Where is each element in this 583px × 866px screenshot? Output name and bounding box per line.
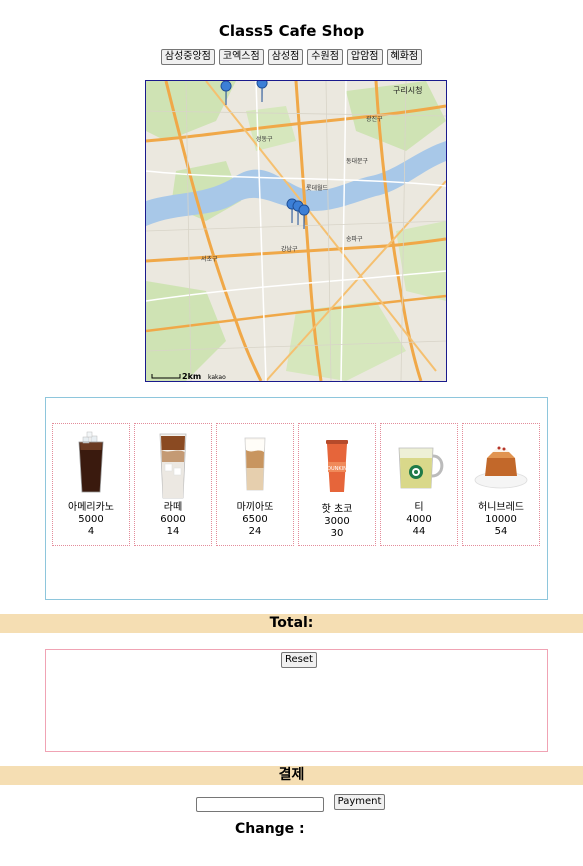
svg-text:성동구: 성동구 — [256, 135, 273, 143]
cart-panel: Reset — [45, 649, 548, 752]
svg-text:강남구: 강남구 — [281, 245, 298, 253]
menu-item-name: 티 — [414, 502, 424, 513]
hot-chocolate-icon: DUNKIN — [299, 428, 375, 502]
menu-item-price: 6500 — [242, 514, 268, 525]
menu-item-price: 6000 — [160, 514, 186, 525]
menu-item-macchiato[interactable]: 마끼아또 6500 24 — [216, 423, 294, 546]
svg-text:구리시청: 구리시청 — [393, 86, 422, 95]
payment-button[interactable]: Payment — [333, 794, 386, 810]
svg-text:롯데월드: 롯데월드 — [306, 184, 329, 192]
menu-item-honey-bread[interactable]: 허니브레드 10000 54 — [462, 423, 540, 546]
svg-text:서초구: 서초구 — [201, 255, 218, 263]
menu-item-name: 핫 초코 — [321, 504, 353, 515]
menu-item-name: 라떼 — [163, 502, 183, 513]
menu-item-name: 마끼아또 — [236, 502, 274, 513]
menu-item-price: 4000 — [406, 514, 432, 525]
branch-button-suwon[interactable]: 수원점 — [307, 49, 343, 65]
menu-item-name: 허니브레드 — [478, 502, 524, 513]
menu-panel: 아메리카노 5000 4 라떼 6000 14 마끼아또 6500 24 DUN… — [45, 397, 548, 600]
menu-item-count: 30 — [330, 528, 344, 539]
iced-latte-icon — [135, 428, 211, 502]
menu-item-name: 아메리카노 — [68, 502, 114, 513]
menu-item-count: 14 — [166, 526, 180, 537]
reset-button[interactable]: Reset — [281, 652, 317, 668]
menu-item-latte[interactable]: 라떼 6000 14 — [134, 423, 212, 546]
total-bar: Total: — [0, 614, 583, 633]
menu-item-count: 4 — [87, 526, 95, 537]
page-title: Class5 Cafe Shop — [218, 22, 365, 40]
macchiato-icon — [217, 428, 293, 502]
svg-text:송파구: 송파구 — [346, 235, 363, 243]
svg-text:광진구: 광진구 — [366, 115, 383, 123]
branch-button-samsung[interactable]: 삼성점 — [267, 49, 304, 65]
menu-item-count: 54 — [494, 526, 508, 537]
menu-item-tea[interactable]: 티 4000 44 — [380, 423, 458, 546]
map-brand: kakao — [208, 374, 226, 381]
payment-input[interactable] — [195, 796, 324, 812]
honey-bread-icon — [463, 428, 539, 502]
payment-heading: 결제 — [0, 766, 583, 785]
menu-item-price: 3000 — [324, 516, 350, 527]
svg-text:DUNKIN: DUNKIN — [327, 466, 347, 472]
map-scale: 2km — [182, 372, 201, 381]
svg-text:동대문구: 동대문구 — [346, 157, 369, 165]
branch-button-group: 삼성중앙점 코엑스점 삼성점 수원점 압암점 혜화점 — [0, 49, 583, 65]
change-label: Change : — [235, 821, 305, 837]
menu-item-price: 5000 — [78, 514, 104, 525]
map-canvas: 구리시청 롯데월드 동대문구 강남구 송파구 서초구 성동구 광진구 2km k… — [146, 81, 446, 381]
iced-americano-icon — [53, 428, 129, 502]
menu-item-americano[interactable]: 아메리카노 5000 4 — [52, 423, 130, 546]
menu-item-count: 24 — [248, 526, 262, 537]
branch-button-samsung-central[interactable]: 삼성중앙점 — [160, 49, 215, 65]
branch-button-coex[interactable]: 코엑스점 — [218, 49, 264, 65]
menu-item-count: 44 — [412, 526, 426, 537]
tea-icon — [381, 428, 457, 502]
menu-item-hot-chocolate[interactable]: DUNKIN 핫 초코 3000 30 — [298, 423, 376, 546]
branch-map[interactable]: 구리시청 롯데월드 동대문구 강남구 송파구 서초구 성동구 광진구 2km k… — [145, 80, 447, 382]
menu-item-price: 10000 — [485, 514, 517, 525]
branch-button-hyehwa[interactable]: 혜화점 — [386, 49, 423, 65]
payment-row: Payment — [0, 794, 583, 812]
branch-button-apam[interactable]: 압암점 — [346, 49, 383, 65]
